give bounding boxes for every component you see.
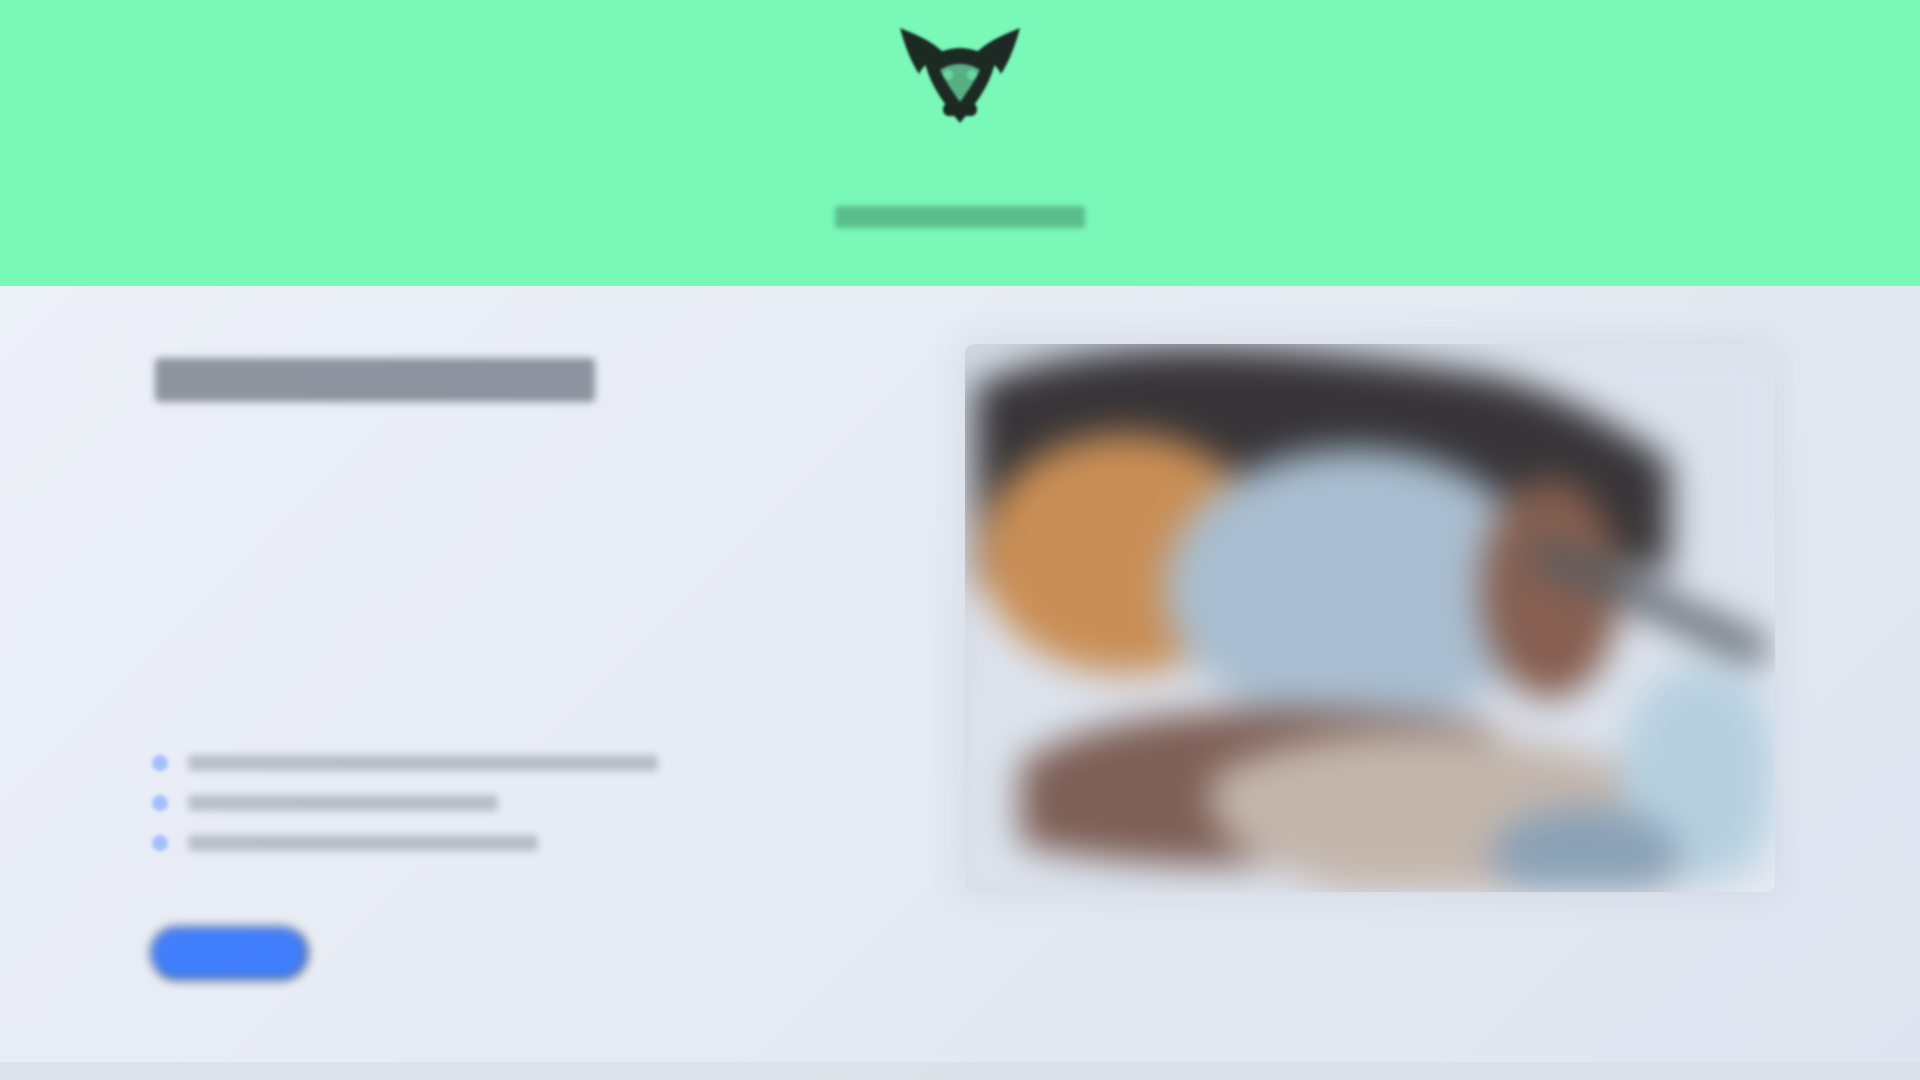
logo-text [765, 152, 1155, 198]
cta-button[interactable] [150, 926, 308, 980]
list-item-label [188, 835, 538, 851]
feature-list [152, 746, 712, 866]
list-item [152, 826, 712, 860]
site-logo[interactable] [765, 20, 1155, 250]
list-item [152, 786, 712, 820]
hero-heading [155, 358, 595, 402]
logo-subtext [835, 206, 1085, 228]
bullet-icon [152, 755, 168, 771]
list-item [152, 746, 712, 780]
blurred-photo [965, 344, 1775, 892]
list-item-label [188, 795, 498, 811]
hero-image [965, 344, 1775, 892]
bullet-icon [152, 795, 168, 811]
footer-strip [0, 1062, 1920, 1080]
bull-head-icon [900, 28, 1020, 123]
list-item-label [188, 755, 658, 771]
hero-section [0, 286, 1920, 1080]
site-header [0, 0, 1920, 286]
bullet-icon [152, 835, 168, 851]
